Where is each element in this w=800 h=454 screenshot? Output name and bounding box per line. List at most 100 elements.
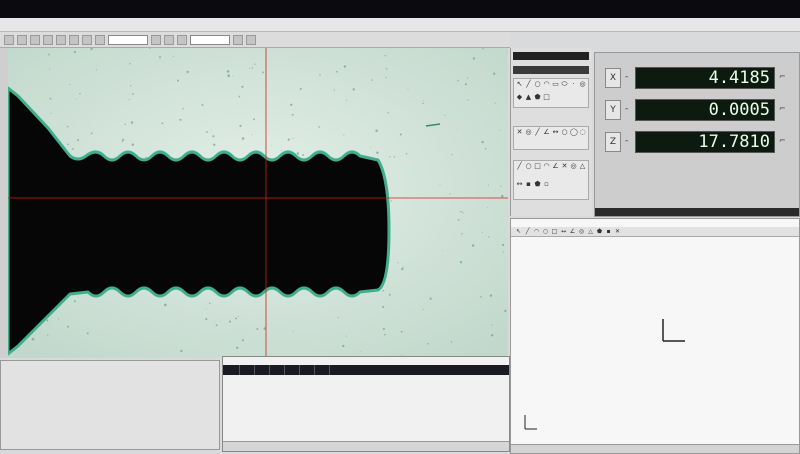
triangle-tool-icon[interactable]: △	[579, 163, 586, 170]
dust-speck	[290, 103, 293, 106]
dust-speck	[238, 95, 241, 98]
dust-speck	[345, 335, 347, 337]
target-tool-icon[interactable]: ◎	[579, 81, 586, 88]
dust-speck	[130, 85, 132, 87]
capture-button[interactable]	[30, 34, 40, 45]
dust-speck	[271, 145, 273, 147]
dust-speck	[296, 152, 300, 155]
circle-tool-icon[interactable]: ○	[561, 129, 568, 136]
lamp-button[interactable]	[69, 34, 79, 45]
dust-speck	[263, 327, 266, 330]
dust-speck	[499, 129, 501, 131]
unit-toggle-icon[interactable]: ⌐	[779, 68, 793, 88]
dust-speck	[504, 309, 507, 313]
dust-speck	[439, 184, 441, 186]
dust-speck	[95, 69, 97, 71]
unit-toggle-icon[interactable]: ⌐	[779, 132, 793, 152]
box-tool-icon[interactable]: □	[543, 94, 550, 101]
box-tool-icon[interactable]: ▫	[543, 181, 550, 188]
dust-speck	[402, 266, 404, 269]
unit-toggle-icon[interactable]: ⌐	[779, 100, 793, 120]
dust-speck	[457, 218, 460, 221]
dust-speck	[460, 210, 462, 213]
line-tool-icon[interactable]: ╱	[516, 163, 523, 170]
play-button[interactable]	[4, 34, 14, 45]
dust-speck	[429, 297, 432, 300]
results-table-header	[223, 365, 509, 375]
dust-speck	[422, 308, 424, 310]
dust-speck	[292, 137, 294, 140]
axis-sign: -	[625, 136, 629, 146]
circle-tool-icon[interactable]: ○	[534, 81, 541, 88]
cross-tool-icon[interactable]: ✕	[561, 163, 568, 170]
dust-speck	[226, 70, 230, 73]
dust-speck	[254, 63, 256, 65]
dust-speck	[389, 156, 391, 158]
dust-speck	[201, 104, 204, 106]
pause-button[interactable]	[17, 34, 27, 45]
zoom-field[interactable]	[108, 34, 148, 45]
distance-tool-icon[interactable]: ↔	[516, 181, 523, 188]
dust-speck	[387, 111, 389, 114]
camera-view[interactable]	[8, 48, 508, 358]
dust-speck	[206, 131, 208, 133]
dust-speck	[455, 129, 457, 131]
axis-label[interactable]: X	[605, 68, 621, 88]
cross-tool-icon[interactable]: ✕	[516, 129, 523, 136]
focus-button[interactable]	[82, 34, 92, 45]
diamond-tool-icon[interactable]: ◆	[516, 94, 523, 101]
shape-tool-icon[interactable]: ⬟	[534, 181, 541, 188]
zoom-in-button[interactable]	[43, 34, 53, 45]
crosshair-button[interactable]	[246, 34, 256, 45]
dust-speck	[481, 140, 484, 144]
x-value: 4.4185	[635, 67, 775, 89]
dust-speck	[466, 77, 469, 79]
circle-tool-icon[interactable]: ◯	[570, 129, 578, 136]
axis-label[interactable]: Y	[605, 100, 621, 120]
dust-speck	[506, 51, 508, 53]
dust-speck	[49, 97, 52, 100]
arc-tool-icon[interactable]: ◠	[543, 163, 550, 170]
angle-tool-icon[interactable]: ∠	[543, 129, 550, 136]
distance-tool-icon[interactable]: ↔	[552, 129, 559, 136]
dust-speck	[472, 57, 476, 60]
dust-speck	[376, 151, 379, 154]
point-tool-icon[interactable]: ·	[570, 81, 577, 88]
graphics-window[interactable]: ↖ ╱ ◠ ○ □ ↔ ∠ ◎ △ ⬟ ▪ ✕	[510, 218, 800, 454]
box-tool-icon[interactable]: ▪	[525, 181, 532, 188]
arc-tool-icon[interactable]: ◠	[543, 81, 550, 88]
dust-speck	[86, 332, 89, 335]
circle-tool-icon[interactable]: ○	[525, 163, 532, 170]
dust-speck	[280, 149, 283, 151]
dust-speck	[489, 294, 493, 297]
undo-button[interactable]	[164, 34, 174, 45]
triangle-tool-icon[interactable]: ▲	[525, 94, 532, 101]
magnify-button[interactable]	[151, 34, 161, 45]
box-tool-icon[interactable]: □	[534, 163, 541, 170]
dust-speck	[256, 327, 259, 331]
dust-speck	[77, 139, 80, 142]
axis-label[interactable]: Z	[605, 132, 621, 152]
bottom-left-panel	[0, 360, 220, 450]
angle-tool-icon[interactable]: ∠	[552, 163, 559, 170]
target-tool-icon[interactable]: ◎	[570, 163, 577, 170]
dust-speck	[371, 79, 373, 81]
rectangle-tool-icon[interactable]: ▭	[552, 81, 559, 88]
setting-field[interactable]	[190, 34, 230, 45]
circle-tool-icon[interactable]: ◌	[579, 129, 586, 136]
graphics-canvas	[524, 319, 685, 430]
settings-button[interactable]	[95, 34, 105, 45]
dust-speck	[451, 154, 453, 156]
dust-speck	[179, 118, 182, 121]
ellipse-tool-icon[interactable]: ⬭	[561, 81, 568, 88]
dust-speck	[390, 200, 393, 202]
axis-sign: -	[625, 72, 629, 82]
line-tool-icon[interactable]: ╱	[534, 129, 541, 136]
redo-button[interactable]	[177, 34, 187, 45]
pointer-icon[interactable]: ↖	[516, 81, 523, 88]
grid-button[interactable]	[233, 34, 243, 45]
target-tool-icon[interactable]: ◎	[525, 129, 532, 136]
zoom-out-button[interactable]	[56, 34, 66, 45]
shape-tool-icon[interactable]: ⬟	[534, 94, 541, 101]
line-tool-icon[interactable]: ╱	[525, 81, 532, 88]
